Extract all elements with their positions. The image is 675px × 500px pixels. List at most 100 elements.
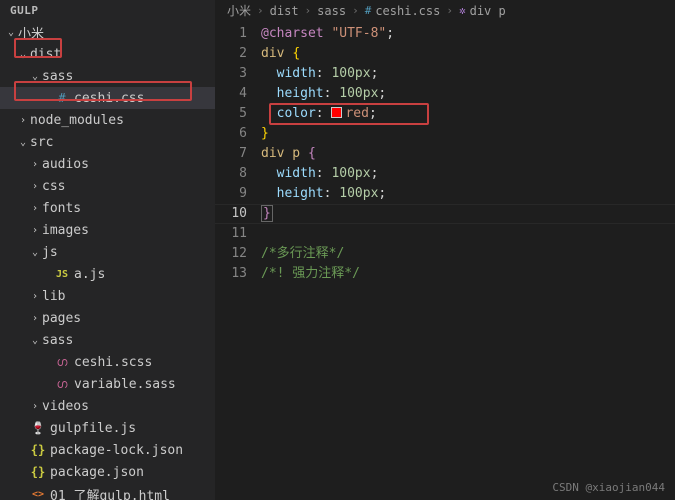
explorer-title: GULP bbox=[0, 0, 215, 21]
code-line: div p { bbox=[261, 144, 675, 164]
line-number: 2 bbox=[215, 44, 247, 64]
breadcrumb-item[interactable]: sass bbox=[317, 4, 346, 18]
html-icon: <> bbox=[30, 489, 46, 500]
folder-src[interactable]: ⌄ src bbox=[0, 131, 215, 153]
line-number: 1 bbox=[215, 24, 247, 44]
file-a-js[interactable]: JSa.js bbox=[0, 263, 215, 285]
file-gulpfile[interactable]: 🍷 gulpfile.js bbox=[0, 417, 215, 439]
chevron-down-icon: ⌄ bbox=[28, 247, 42, 258]
code-line: color: red; bbox=[261, 104, 675, 124]
folder-label: audios bbox=[42, 157, 89, 172]
code-line: width: 100px; bbox=[261, 164, 675, 184]
folder-label: node_modules bbox=[30, 113, 124, 128]
chevron-right-icon: › bbox=[28, 225, 42, 236]
file-label: gulpfile.js bbox=[50, 421, 136, 436]
json-icon: {} bbox=[30, 465, 46, 479]
breadcrumb-item[interactable]: #ceshi.css bbox=[365, 4, 441, 18]
line-number: 8 bbox=[215, 164, 247, 184]
file-package[interactable]: {} package.json bbox=[0, 461, 215, 483]
folder-pages[interactable]: ›pages bbox=[0, 307, 215, 329]
breadcrumb-item[interactable]: 小米 bbox=[227, 2, 251, 19]
code-line: width: 100px; bbox=[261, 64, 675, 84]
code-line bbox=[261, 224, 675, 244]
code-line: /*多行注释*/ bbox=[261, 244, 675, 264]
breadcrumb-label: 小米 bbox=[227, 2, 251, 19]
code-line: height: 100px; bbox=[261, 184, 675, 204]
breadcrumb-label: dist bbox=[270, 4, 299, 18]
css-icon: # bbox=[54, 91, 70, 105]
gulp-icon: 🍷 bbox=[30, 421, 46, 435]
chevron-down-icon: ⌄ bbox=[28, 71, 42, 82]
file-tree: ⌄ 小米 ⌄ dist ⌄ sass # ceshi.css › node_mo… bbox=[0, 21, 215, 500]
folder-sass[interactable]: ⌄sass bbox=[0, 329, 215, 351]
chevron-right-icon: › bbox=[28, 401, 42, 412]
folder-videos[interactable]: ›videos bbox=[0, 395, 215, 417]
folder-js[interactable]: ⌄js bbox=[0, 241, 215, 263]
file-label: variable.sass bbox=[74, 377, 176, 392]
breadcrumb-item[interactable]: ✲div p bbox=[459, 4, 506, 18]
chevron-right-icon: › bbox=[257, 4, 264, 17]
file-ceshi-scss[interactable]: ഗceshi.scss bbox=[0, 351, 215, 373]
tree-root[interactable]: ⌄ 小米 bbox=[0, 21, 215, 43]
folder-css[interactable]: ›css bbox=[0, 175, 215, 197]
folder-label: lib bbox=[42, 289, 65, 304]
folder-images[interactable]: ›images bbox=[0, 219, 215, 241]
file-label: 01_了解gulp.html bbox=[50, 485, 170, 500]
file-ceshi-css[interactable]: # ceshi.css bbox=[0, 87, 215, 109]
chevron-right-icon: › bbox=[28, 291, 42, 302]
line-number: 12 bbox=[215, 244, 247, 264]
folder-node-modules[interactable]: › node_modules bbox=[0, 109, 215, 131]
breadcrumb-label: sass bbox=[317, 4, 346, 18]
line-number: 7 bbox=[215, 144, 247, 164]
line-number: 3 bbox=[215, 64, 247, 84]
file-label: package.json bbox=[50, 465, 144, 480]
folder-fonts[interactable]: ›fonts bbox=[0, 197, 215, 219]
chevron-right-icon: › bbox=[446, 4, 453, 17]
code-line: @charset "UTF-8"; bbox=[261, 24, 675, 44]
folder-label: src bbox=[30, 135, 53, 150]
sidebar: GULP ⌄ 小米 ⌄ dist ⌄ sass # ceshi.css › no… bbox=[0, 0, 215, 500]
chevron-down-icon: ⌄ bbox=[4, 27, 18, 38]
chevron-right-icon: › bbox=[16, 115, 30, 126]
code-line: } bbox=[261, 124, 675, 144]
chevron-right-icon: › bbox=[305, 4, 312, 17]
color-swatch-icon bbox=[331, 107, 342, 118]
line-number: 6 bbox=[215, 124, 247, 144]
folder-dist[interactable]: ⌄ dist bbox=[0, 43, 215, 65]
chevron-right-icon: › bbox=[28, 159, 42, 170]
folder-audios[interactable]: ›audios bbox=[0, 153, 215, 175]
line-number: 9 bbox=[215, 184, 247, 204]
json-icon: {} bbox=[30, 443, 46, 457]
chevron-right-icon: › bbox=[28, 313, 42, 324]
code-line: div { bbox=[261, 44, 675, 64]
code-line: /*! 强力注释*/ bbox=[261, 264, 675, 284]
file-html1[interactable]: <> 01_了解gulp.html bbox=[0, 483, 215, 500]
folder-label: dist bbox=[30, 47, 61, 62]
file-label: ceshi.css bbox=[74, 91, 144, 106]
folder-label: images bbox=[42, 223, 89, 238]
sass-icon: ഗ bbox=[54, 355, 70, 370]
folder-label: videos bbox=[42, 399, 89, 414]
folder-lib[interactable]: ›lib bbox=[0, 285, 215, 307]
breadcrumbs[interactable]: 小米 › dist › sass › #ceshi.css › ✲div p bbox=[215, 0, 675, 22]
css-icon: # bbox=[365, 4, 372, 17]
line-number: 11 bbox=[215, 224, 247, 244]
code-line: height: 100px; bbox=[261, 84, 675, 104]
breadcrumb-label: ceshi.css bbox=[375, 4, 440, 18]
folder-label: 小米 bbox=[18, 23, 44, 42]
code-line: } bbox=[261, 204, 675, 224]
folder-label: pages bbox=[42, 311, 81, 326]
folder-label: fonts bbox=[42, 201, 81, 216]
chevron-right-icon: › bbox=[352, 4, 359, 17]
breadcrumb-label: div p bbox=[470, 4, 506, 18]
breadcrumb-item[interactable]: dist bbox=[270, 4, 299, 18]
folder-dist-sass[interactable]: ⌄ sass bbox=[0, 65, 215, 87]
file-package-lock[interactable]: {}package-lock.json bbox=[0, 439, 215, 461]
code-lines[interactable]: @charset "UTF-8"; div { width: 100px; he… bbox=[261, 24, 675, 500]
code-area[interactable]: 1 2 3 4 5 6 7 8 9 10 11 12 13 @charset "… bbox=[215, 22, 675, 500]
line-number: 13 bbox=[215, 264, 247, 284]
chevron-right-icon: › bbox=[28, 203, 42, 214]
watermark: CSDN @xiaojian044 bbox=[552, 481, 665, 494]
file-variable-sass[interactable]: ഗvariable.sass bbox=[0, 373, 215, 395]
editor: 小米 › dist › sass › #ceshi.css › ✲div p 1… bbox=[215, 0, 675, 500]
